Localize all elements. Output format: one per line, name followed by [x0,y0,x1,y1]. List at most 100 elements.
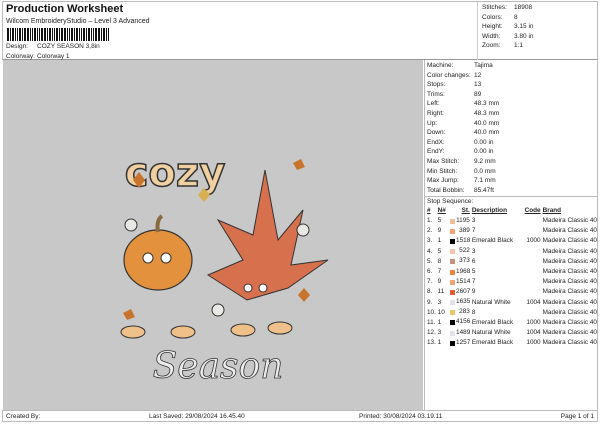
stop-number: 13. [427,339,436,347]
page-number: Page 1 of 1 [560,413,594,420]
thread-code [524,226,543,236]
color-swatch [449,288,457,296]
stat-value: 8 [514,13,518,21]
table-row: 11. 1 4156 Emerald Black 1000 Madeira Classic… [427,317,597,327]
thread-description: 6 [471,257,476,265]
stat-value: 3.15 in [514,23,534,31]
table-row: 1. 5 1195 3 Madeira Classic 40 [427,216,597,226]
property-value: 0.00 in [474,148,494,156]
color-swatch [449,237,457,245]
thread-brand: Madeira Classic 40 [542,308,597,316]
needle-number: 3 [437,298,442,306]
table-row: 10. 10 283 8 Madeira Classic 40 [427,307,597,317]
stitch-count: 1968 [456,267,471,275]
table-row: 13. 1 1257 Emerald Black 1000 Madeira Classic… [427,338,597,348]
property-value: Tajima [474,62,493,69]
property-value: 85.47ft [474,186,494,194]
pumpkin-character [123,229,193,291]
property-label: Total Bobbin: [427,186,465,194]
stat-row: Height: 3.15 in [482,23,595,33]
created-by: Created By: [6,413,41,420]
stop-number: 11. [427,318,436,326]
design-name: Design: COZY SEASON 3,8in [6,43,100,50]
color-swatch [449,339,457,347]
table-header: # N# St. Description Code Brand [427,205,597,215]
stat-row: Zoom: 1:1 [482,42,595,52]
color-swatch [449,258,457,266]
property-label: Max Stitch: [427,157,460,165]
property-row: EndY: 0.00 in [425,147,597,157]
software-name: Wilcom EmbroideryStudio – Level 3 Advanc… [6,18,150,25]
table-row: 5. 8 373 6 Madeira Classic 40 [427,256,597,266]
thread-description: Emerald Black [471,318,514,326]
color-swatch [449,227,457,235]
stitch-count: 522 [459,247,470,255]
stop-number: 6. [427,268,433,276]
stat-row: Width: 3.80 in [482,33,595,43]
thread-brand: Madeira Classic 40 [542,318,597,326]
stat-value: 1:1 [514,42,524,50]
worksheet-header: Production Worksheet Wilcom EmbroiderySt… [2,1,598,60]
thread-description: 3 [471,247,476,255]
artwork-cozy-text: cozy [125,150,226,196]
stitch-count: 1195 [456,216,470,224]
color-swatch [449,268,457,276]
thread-code [524,287,543,297]
stop-number: 5. [427,257,433,265]
thread-code: 1000 [526,318,541,326]
stat-label: Zoom: [482,42,501,50]
thread-description: Natural White [471,298,511,306]
page-title: Production Worksheet [6,3,124,15]
table-row: 2. 9 389 7 Madeira Classic 40 [427,226,597,236]
stop-number: 3. [427,237,433,245]
color-swatch [449,329,457,337]
thread-code: 1004 [526,329,541,337]
column-header: N# [437,206,446,214]
color-swatch [449,278,457,286]
thread-brand: Madeira Classic 40 [542,227,597,235]
colorway: Colorway: Colorway 1 [6,53,70,60]
stop-number: 4. [427,247,433,255]
thread-description: 7 [471,227,476,235]
property-label: EndX: [427,138,445,146]
stitch-count: 283 [459,308,470,316]
thread-code [524,256,543,266]
stop-number: 12. [427,329,436,337]
property-row: Color changes: 12 [425,71,597,81]
thread-description: 8 [471,308,476,316]
property-value: 0.00 in [474,138,494,146]
thread-code [524,307,543,317]
property-label: Up: [427,119,438,127]
stop-sequence-table: # N# St. Description Code Brand 1. 5 1195 3 Madei… [427,205,597,348]
thread-description: 5 [471,268,476,276]
property-row: Min Stitch: 0.0 mm [425,167,597,177]
stitch-count: 389 [459,226,470,234]
needle-number: 9 [437,227,442,235]
property-row: Machine: Tajima [425,61,597,71]
stitch-count: 4156 [456,318,471,326]
property-row: Total Bobbin: 85.47ft [425,186,597,196]
property-value: 48.3 mm [474,100,500,108]
property-label: Max Jump: [427,177,459,185]
property-label: Stops: [427,81,446,89]
thread-brand: Madeira Classic 40 [542,247,597,255]
needle-number: 7 [437,268,442,276]
stop-number: 10. [427,308,436,316]
property-value: 9.2 mm [474,157,496,165]
color-swatch [449,319,457,327]
stat-label: Colors: [482,13,503,21]
stat-label: Stitches: [482,4,507,11]
design-preview: cozy Season [3,60,423,410]
needle-number: 8 [437,257,442,265]
stat-value: 18908 [514,4,533,11]
thread-code [524,246,543,256]
stop-number: 2. [427,227,433,235]
stitch-count: 1635 [456,298,471,306]
needle-number: 3 [437,329,442,337]
thread-brand: Madeira Classic 40 [542,257,597,265]
column-header: Brand [542,206,562,214]
property-row: EndX: 0.00 in [425,138,597,148]
property-label: Right: [427,109,444,117]
stop-number: 9. [427,298,433,306]
property-row: Right: 48.3 mm [425,109,597,119]
